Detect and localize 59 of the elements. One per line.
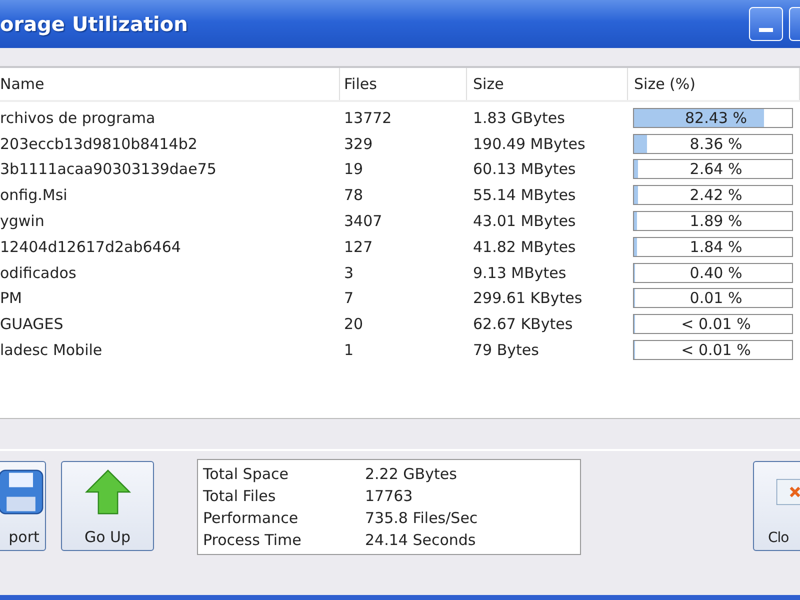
table-cell-text: 3 bbox=[343, 264, 355, 282]
table-cell-text: 9.13 MBytes bbox=[472, 264, 568, 282]
table-cell-text: 1.83 GBytes bbox=[472, 108, 566, 127]
table-cell-text: rchivos de programa bbox=[0, 108, 156, 127]
table-cell-text: odificados bbox=[0, 264, 78, 282]
table-cell-text: 3407 bbox=[343, 212, 384, 230]
toolbar-button[interactable]: port bbox=[0, 461, 46, 551]
toolbar-button[interactable]: Go Up bbox=[61, 461, 154, 551]
table-cell-text: ladesc Mobile bbox=[0, 341, 104, 360]
stat-value: 17763 bbox=[365, 487, 413, 505]
column-header[interactable]: Files bbox=[340, 68, 467, 100]
percent-label: 0.01 % bbox=[688, 289, 744, 308]
percent-label: 2.42 % bbox=[688, 186, 744, 204]
table-cell-text: onfig.Msi bbox=[0, 186, 68, 204]
percent-label: 1.89 % bbox=[688, 212, 744, 230]
stat-label: Total Space bbox=[203, 465, 290, 483]
table-cell-text: 7 bbox=[343, 289, 355, 308]
column-header[interactable]: Name bbox=[0, 68, 340, 100]
window-title: orage Utilization bbox=[0, 12, 189, 36]
stat-label: Performance bbox=[203, 509, 300, 527]
percent-label: 0.40 % bbox=[688, 264, 744, 282]
table-cell-text: 13772 bbox=[343, 108, 393, 127]
table-cell-text: GUAGES bbox=[0, 315, 64, 334]
table-cell-text: 127 bbox=[343, 238, 374, 256]
table-cell-text: 41.82 MBytes bbox=[472, 238, 577, 256]
up-arrow-icon bbox=[84, 468, 132, 516]
maximize-button[interactable] bbox=[789, 7, 800, 41]
table-cell-text: 329 bbox=[343, 134, 374, 153]
minimize-button[interactable] bbox=[749, 7, 783, 41]
stat-value: 24.14 Seconds bbox=[365, 531, 476, 549]
percent-label: < 0.01 % bbox=[680, 315, 752, 334]
table-cell-text: 62.67 KBytes bbox=[472, 315, 574, 334]
percent-label: 2.64 % bbox=[688, 160, 744, 178]
table-cell-text: 1 bbox=[343, 341, 355, 360]
column-header[interactable]: Size bbox=[467, 68, 628, 100]
column-header[interactable]: Size (%) bbox=[628, 68, 800, 100]
percent-label: 8.36 % bbox=[688, 134, 744, 153]
table-cell-text: ygwin bbox=[0, 212, 46, 230]
table-cell-text: 12404d12617d2ab6464 bbox=[0, 238, 182, 256]
percent-label: 82.43 % bbox=[684, 108, 748, 127]
table-cell-text: PM bbox=[0, 289, 23, 308]
table-cell-text: 43.01 MBytes bbox=[472, 212, 577, 230]
close-button[interactable]: Clo bbox=[753, 461, 800, 551]
table-cell-text: 190.49 MBytes bbox=[472, 134, 586, 153]
stat-label: Process Time bbox=[203, 531, 302, 549]
stat-value: 735.8 Files/Sec bbox=[365, 509, 478, 527]
table-cell-text: 55.14 MBytes bbox=[472, 186, 577, 204]
table-cell-text: 3b1111acaa90303139dae75 bbox=[0, 160, 218, 178]
table-cell-text: 299.61 KBytes bbox=[472, 289, 584, 308]
stat-value: 2.22 GBytes bbox=[365, 465, 457, 483]
table-cell-text: 20 bbox=[343, 315, 364, 334]
table-cell-text: 79 Bytes bbox=[472, 341, 540, 360]
table-cell-text: 203eccb13d9810b8414b2 bbox=[0, 134, 198, 153]
table-cell-text: 60.13 MBytes bbox=[472, 160, 577, 178]
table-cell-text: 78 bbox=[343, 186, 364, 204]
stat-label: Total Files bbox=[203, 487, 277, 505]
percent-label: 1.84 % bbox=[688, 238, 744, 256]
percent-label: < 0.01 % bbox=[680, 341, 752, 360]
table-cell-text: 19 bbox=[343, 160, 364, 178]
